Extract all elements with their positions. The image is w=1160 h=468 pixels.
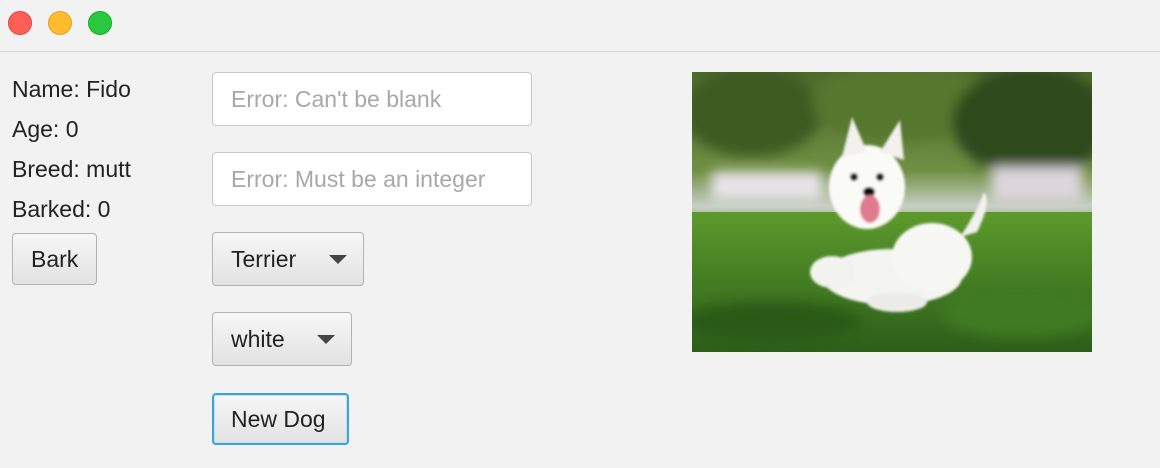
bark-button-label: Bark: [31, 245, 79, 272]
breed-select[interactable]: Terrier: [212, 232, 364, 286]
bark-button[interactable]: Bark: [12, 233, 97, 285]
new-dog-button[interactable]: New Dog: [212, 393, 349, 445]
maximize-button[interactable]: [88, 11, 112, 35]
dog-breed-label: Breed: mutt: [12, 156, 131, 182]
close-button[interactable]: [8, 11, 32, 35]
age-field[interactable]: [212, 152, 532, 206]
color-select-value: white: [231, 325, 285, 352]
color-select[interactable]: white: [212, 312, 352, 366]
breed-select-value: Terrier: [231, 245, 297, 272]
chevron-down-icon: [317, 335, 335, 344]
dog-photo: [692, 72, 1092, 352]
name-field[interactable]: [212, 72, 532, 126]
title-bar: [0, 0, 1160, 52]
minimize-button[interactable]: [48, 11, 72, 35]
dog-name-label: Name: Fido: [12, 76, 131, 102]
dog-barked-label: Barked: 0: [12, 196, 111, 222]
chevron-down-icon: [329, 255, 347, 264]
dog-age-label: Age: 0: [12, 116, 79, 142]
new-dog-button-label: New Dog: [231, 405, 326, 432]
